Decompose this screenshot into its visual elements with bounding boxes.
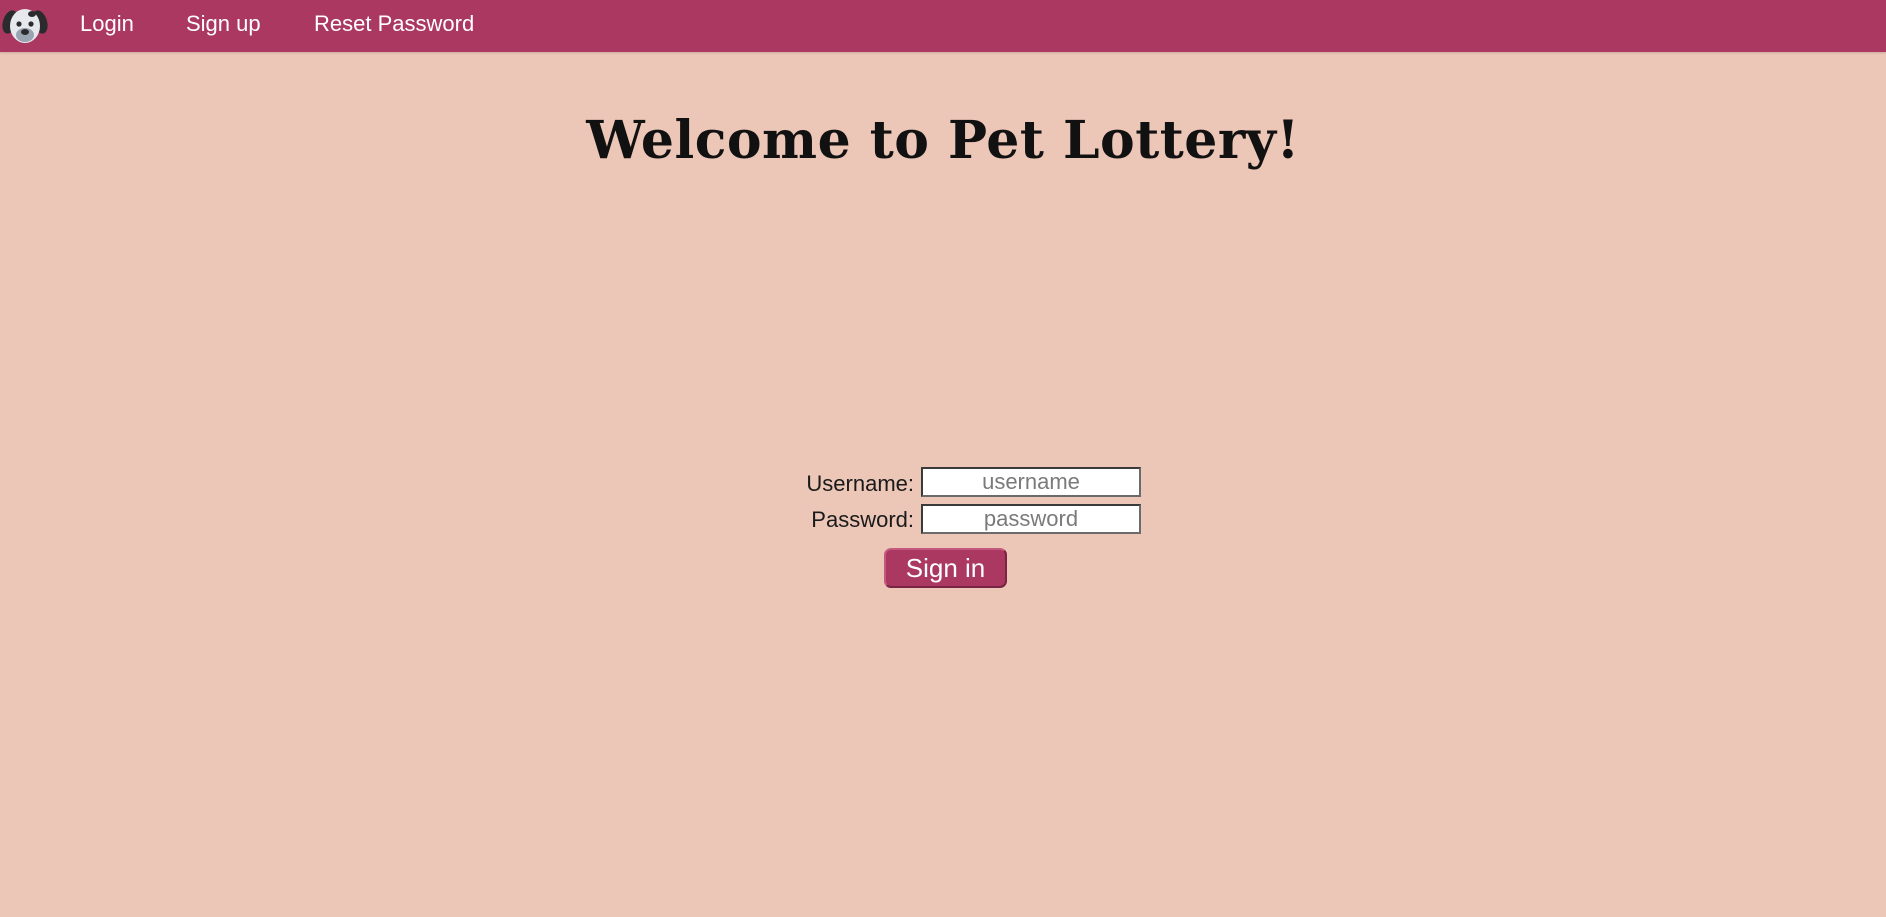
- username-label: Username:: [806, 471, 914, 496]
- password-input[interactable]: [921, 504, 1141, 534]
- username-input[interactable]: [921, 467, 1141, 497]
- nav-link-reset-password[interactable]: Reset Password: [314, 11, 474, 37]
- page-title: Welcome to Pet Lottery!: [586, 110, 1300, 171]
- nav-link-sign-up[interactable]: Sign up: [186, 11, 261, 37]
- dog-face-icon[interactable]: [2, 2, 48, 48]
- nav-link-login[interactable]: Login: [80, 11, 134, 37]
- password-label: Password:: [811, 507, 914, 532]
- sign-in-button[interactable]: Sign in: [884, 548, 1007, 588]
- top-navbar: Login Sign up Reset Password: [0, 0, 1886, 52]
